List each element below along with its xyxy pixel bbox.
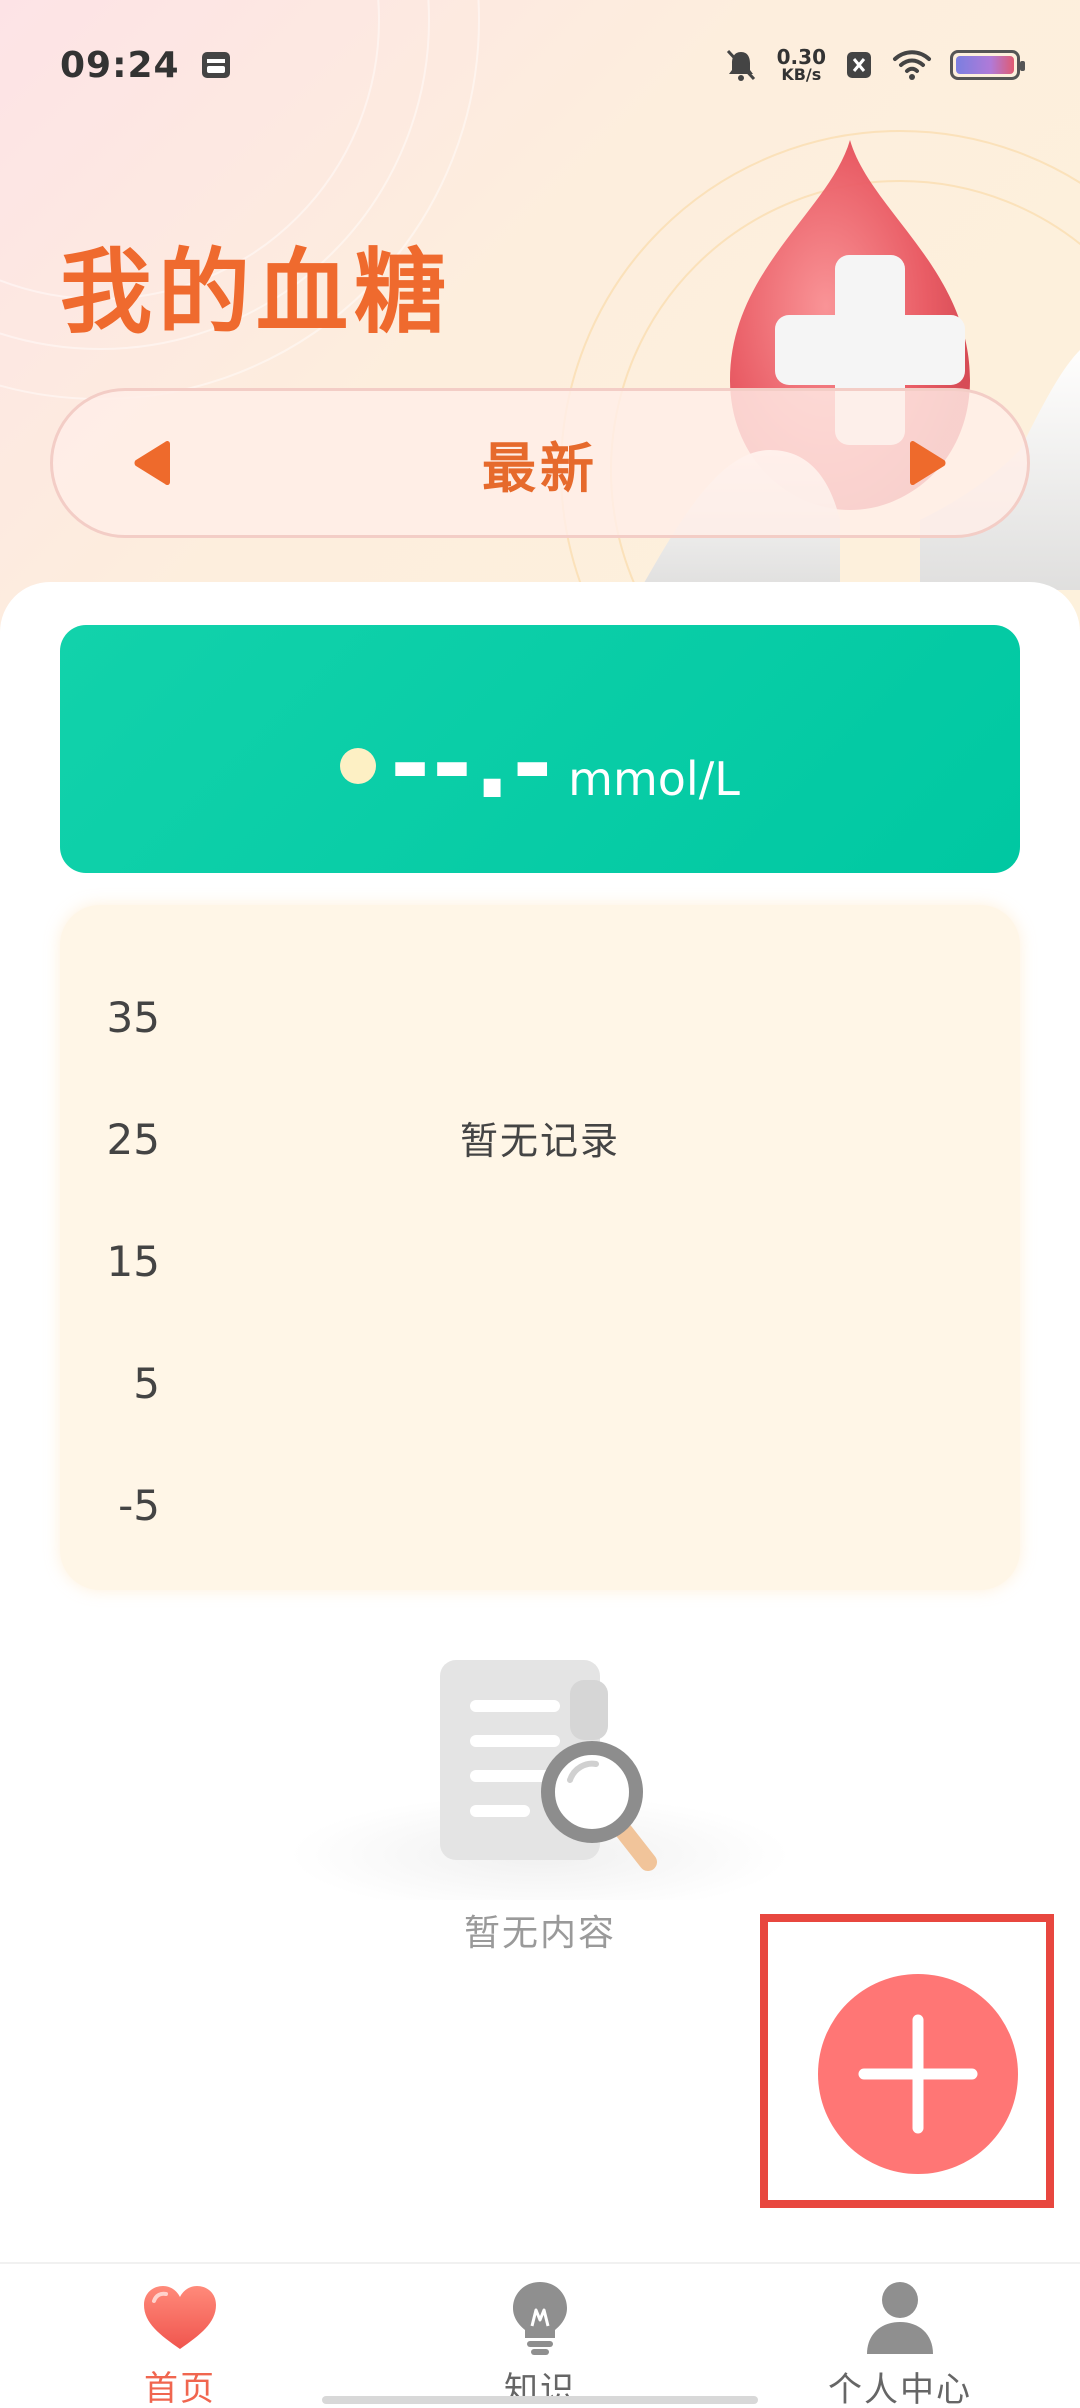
network-speed: 0.30 KB/s (777, 47, 826, 83)
home-indicator[interactable] (322, 2396, 758, 2404)
arrow-left-icon (134, 440, 170, 486)
status-bar: 09:24 0.30 KB/s (0, 0, 1080, 130)
previous-period-button[interactable] (123, 433, 183, 493)
plus-icon (858, 2014, 978, 2134)
reading-status-dot (340, 748, 377, 784)
y-axis-tick-label: 25 (106, 1115, 160, 1164)
status-time: 09:24 (60, 44, 180, 86)
sim-disabled-icon (847, 52, 871, 78)
latest-reading-card[interactable]: --.- mmol/L (60, 625, 1020, 873)
y-axis-tick-label: 35 (106, 993, 160, 1042)
wifi-icon (893, 50, 931, 80)
reading-unit: mmol/L (568, 752, 740, 806)
arrow-right-icon (910, 440, 946, 486)
nav-home[interactable]: 首页 (30, 2264, 330, 2408)
glucose-chart: 暂无记录 35 25 15 5 -5 (60, 905, 1020, 1590)
bottom-navigation: 首页 知识 个人中心 (0, 2262, 1080, 2408)
nav-profile[interactable]: 个人中心 (750, 2264, 1050, 2408)
app-screen: 09:24 0.30 KB/s 我的血糖 最新 --.- mmol/L 暂无记录… (0, 0, 1080, 2408)
battery-icon (950, 50, 1025, 80)
empty-document-search-illustration (290, 1660, 790, 1900)
nav-home-label: 首页 (144, 2369, 216, 2408)
y-axis-tick-label: 15 (106, 1237, 160, 1286)
nav-profile-label: 个人中心 (828, 2370, 972, 2408)
lightbulb-icon (513, 2282, 567, 2355)
calendar-notification-icon (201, 52, 230, 78)
y-axis-tick-label: 5 (133, 1359, 160, 1408)
nav-knowledge[interactable]: 知识 (390, 2264, 690, 2408)
heart-icon (144, 2285, 216, 2349)
period-selector: 最新 (50, 388, 1030, 538)
chart-empty-text: 暂无记录 (459, 1119, 620, 1163)
y-axis-tick-label: -5 (118, 1481, 160, 1530)
next-period-button[interactable] (897, 433, 957, 493)
user-icon (867, 2282, 933, 2354)
network-speed-unit: KB/s (781, 65, 822, 84)
reading-value: --.- (390, 708, 555, 820)
add-record-button[interactable] (818, 1974, 1018, 2174)
mute-icon (726, 49, 755, 81)
network-speed-value: 0.30 (776, 45, 826, 69)
page-title: 我的血糖 (60, 239, 453, 346)
period-label: 最新 (482, 436, 598, 500)
